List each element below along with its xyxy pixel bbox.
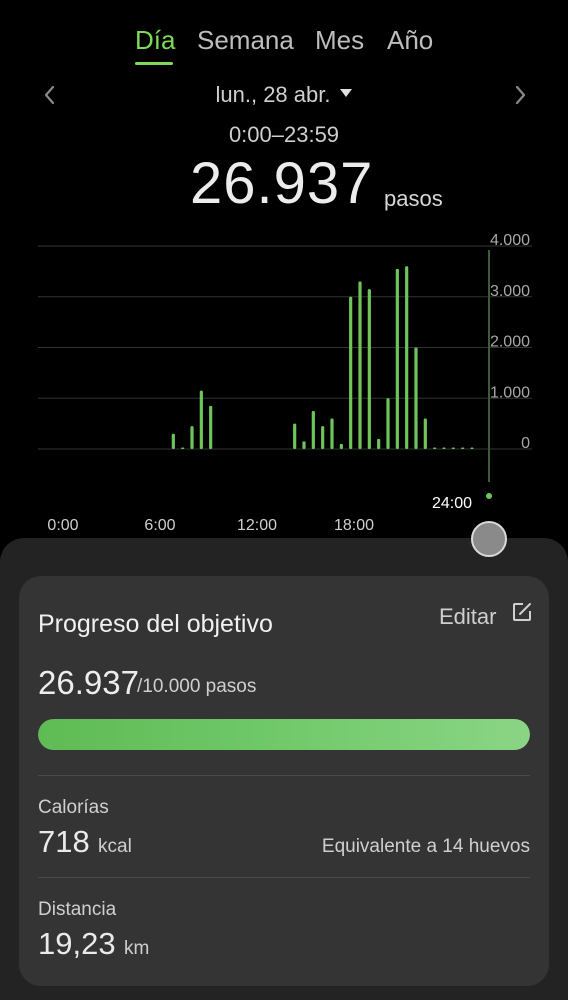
- tab-day[interactable]: Día: [135, 22, 175, 58]
- steps-chart[interactable]: 4.000 3.000 2.000 1.000 0 0:00 6:00 12:00 18:00 2…: [0, 220, 568, 540]
- time-range: 0:00–23:59: [228, 122, 340, 147]
- step-bar: [414, 347, 418, 449]
- step-bar: [181, 447, 185, 449]
- step-bar: [367, 289, 371, 449]
- y-tick-label: 3.000: [490, 283, 530, 300]
- divider: [38, 877, 530, 878]
- y-tick-label: 1.000: [490, 384, 530, 401]
- x-tick-label: 6:00: [144, 517, 175, 534]
- step-bar: [423, 418, 427, 449]
- step-bar: [395, 268, 399, 449]
- goal-progress-card: Progreso del objetivo Editar 26.937 /10.…: [19, 576, 549, 986]
- y-tick-label: 2.000: [490, 334, 530, 351]
- step-bar: [330, 418, 334, 449]
- tab-year[interactable]: Año: [387, 22, 433, 58]
- cursor-time-label: 24:00: [432, 495, 472, 512]
- tab-month[interactable]: Mes: [315, 22, 364, 58]
- period-tabs: Día Semana Mes Año: [0, 22, 568, 70]
- step-bar: [190, 426, 194, 449]
- steps-total: 26.937: [190, 151, 374, 216]
- x-tick-label: 18:00: [334, 517, 374, 534]
- step-bar: [442, 447, 446, 449]
- step-bar: [470, 447, 474, 449]
- step-bar: [461, 447, 465, 449]
- progress-current-steps: 26.937: [38, 664, 139, 701]
- steps-unit: pasos: [384, 186, 443, 211]
- calories-label: Calorías: [38, 797, 109, 818]
- distance-label: Distancia: [38, 899, 117, 920]
- cursor-dot: [486, 493, 492, 499]
- step-bar: [311, 410, 315, 449]
- date-label: lun., 28 abr.: [215, 82, 331, 107]
- chart-scrub-handle[interactable]: [471, 521, 507, 557]
- y-tick-label: 0: [521, 435, 530, 452]
- step-bar: [349, 296, 353, 449]
- calories-unit: kcal: [98, 836, 132, 857]
- step-bar: [199, 390, 203, 449]
- step-bar: [171, 433, 175, 449]
- step-bar: [209, 405, 213, 449]
- distance-unit: km: [124, 938, 150, 959]
- distance-value: 19,23: [38, 926, 116, 961]
- step-bar: [358, 281, 362, 449]
- edit-icon: [511, 601, 533, 629]
- y-tick-label: 4.000: [490, 232, 530, 249]
- progress-bar-fill: [38, 719, 530, 750]
- step-bar: [451, 447, 455, 449]
- divider: [38, 775, 530, 776]
- calories-value: 718: [38, 824, 90, 859]
- step-bar: [302, 441, 306, 449]
- x-tick-label: 0:00: [47, 517, 78, 534]
- edit-goal-button[interactable]: Editar: [439, 601, 533, 632]
- step-bar: [386, 398, 390, 449]
- progress-bar: [38, 719, 530, 750]
- calories-equivalent: Equivalente a 14 huevos: [321, 836, 530, 857]
- x-tick-label: 12:00: [237, 517, 277, 534]
- edit-label: Editar: [439, 604, 497, 629]
- step-bar: [321, 426, 325, 449]
- date-selector[interactable]: lun., 28 abr.: [0, 82, 568, 108]
- step-bar: [339, 443, 343, 449]
- tab-week[interactable]: Semana: [197, 22, 294, 58]
- step-bar: [377, 438, 381, 449]
- step-bar: [405, 266, 409, 449]
- step-bar: [433, 447, 437, 449]
- steps-screen: Día Semana Mes Año lun., 28 abr. 0:00–23…: [0, 0, 568, 1000]
- caret-down-icon: [340, 89, 353, 98]
- card-title: Progreso del objetivo: [38, 610, 273, 638]
- step-bar: [293, 423, 297, 449]
- tab-day-underline: [135, 62, 173, 65]
- progress-goal-text: /10.000 pasos: [137, 676, 257, 697]
